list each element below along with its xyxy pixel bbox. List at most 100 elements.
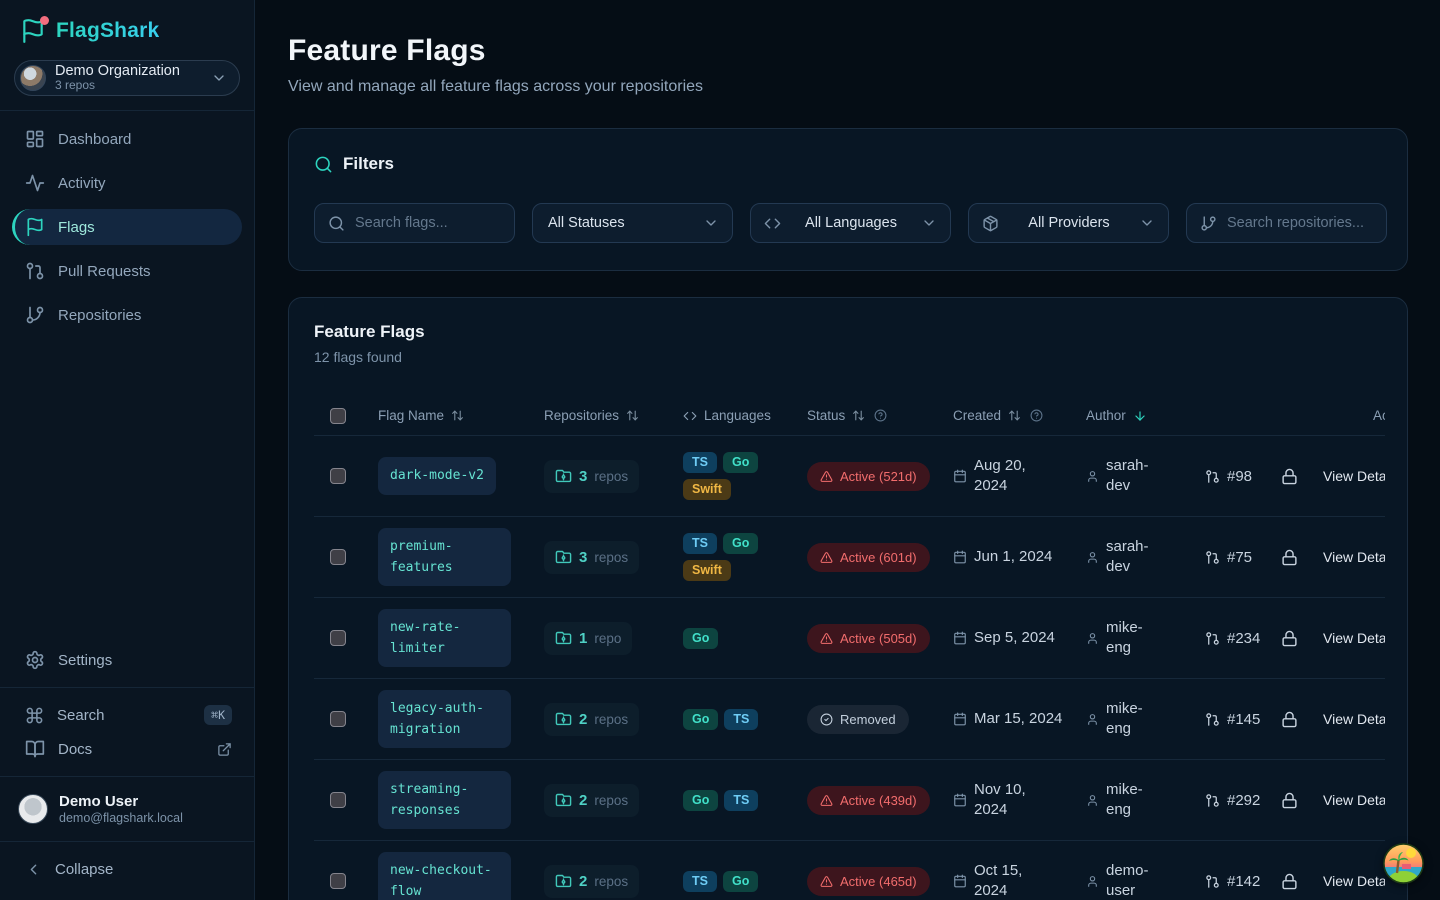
repo-unit: repos: [594, 469, 628, 484]
calendar-icon: [953, 550, 967, 564]
collapse-sidebar-button[interactable]: Collapse: [12, 852, 242, 886]
row-checkbox[interactable]: [330, 873, 346, 889]
repo-count: 3: [579, 468, 587, 485]
user-icon: [1086, 713, 1099, 726]
column-header-repositories[interactable]: Repositories: [528, 408, 667, 423]
repo-unit: repo: [594, 631, 621, 646]
chevron-left-icon: [25, 861, 42, 878]
view-details-link[interactable]: View Details: [1323, 792, 1385, 808]
pull-request-link[interactable]: #145: [1205, 711, 1260, 728]
row-checkbox[interactable]: [330, 711, 346, 727]
sidebar: FlagShark Demo Organization 3 repos Dash…: [0, 0, 255, 900]
sidebar-item-settings[interactable]: Settings: [12, 643, 242, 677]
author-name: demo-user: [1106, 861, 1158, 900]
git-pull-request-icon: [1205, 469, 1220, 484]
divider: [0, 776, 254, 777]
view-details-link[interactable]: View Details: [1323, 873, 1385, 889]
author-name: sarah-dev: [1106, 537, 1158, 578]
table-title: Feature Flags: [314, 322, 1383, 342]
sidebar-item-activity[interactable]: Activity: [12, 165, 242, 201]
select-all-checkbox[interactable]: [330, 408, 346, 424]
help-icon[interactable]: [1030, 409, 1043, 422]
divider: [0, 687, 254, 688]
folder-git-icon: [555, 711, 572, 728]
keyboard-shortcut-badge: ⌘K: [204, 705, 232, 725]
alert-triangle-icon: [820, 551, 833, 564]
sidebar-item-dashboard[interactable]: Dashboard: [12, 121, 242, 157]
git-pull-request-icon: [25, 261, 45, 281]
provider-filter-select[interactable]: All Providers: [968, 203, 1169, 243]
language-badges: TSGo: [683, 871, 758, 892]
search-flags-input[interactable]: [355, 215, 501, 231]
language-badges: TSGoSwift: [683, 452, 789, 500]
row-checkbox[interactable]: [330, 792, 346, 808]
docs-link[interactable]: Docs: [12, 732, 242, 766]
repo-count: 2: [579, 873, 587, 890]
repo-unit: repos: [594, 874, 628, 889]
sidebar-item-flags[interactable]: Flags: [12, 209, 242, 245]
tropical-island-badge[interactable]: [1383, 843, 1424, 884]
code-icon: [683, 409, 697, 423]
divider: [0, 841, 254, 842]
column-header-author[interactable]: Author: [1070, 408, 1340, 423]
row-checkbox[interactable]: [330, 549, 346, 565]
gear-icon: [25, 650, 45, 670]
view-details-link[interactable]: View Details: [1323, 468, 1385, 484]
alert-triangle-icon: [820, 632, 833, 645]
flag-name-pill[interactable]: dark-mode-v2: [378, 457, 496, 494]
column-header-status[interactable]: Status: [791, 408, 937, 423]
user-menu[interactable]: Demo User demo@flagshark.local: [12, 787, 242, 831]
language-badge-go: Go: [683, 790, 718, 811]
flag-name-pill[interactable]: streaming-responses: [378, 771, 511, 830]
column-header-actions: Actions: [1340, 408, 1385, 423]
filters-panel: Filters All Statuses All Languages All P…: [288, 128, 1408, 271]
git-pull-request-icon: [1205, 550, 1220, 565]
status-badge: Active (505d): [807, 624, 930, 653]
search-icon: [314, 155, 333, 174]
flag-name-pill[interactable]: legacy-auth-migration: [378, 690, 511, 749]
author-name: mike-eng: [1106, 780, 1158, 821]
user-icon: [1086, 794, 1099, 807]
lock-icon: [1281, 792, 1298, 809]
pull-request-link[interactable]: #234: [1205, 630, 1260, 647]
main-content: Feature Flags View and manage all featur…: [255, 0, 1440, 900]
activity-icon: [25, 173, 45, 193]
help-icon[interactable]: [874, 409, 887, 422]
pull-request-link[interactable]: #142: [1205, 873, 1260, 890]
flag-name-pill[interactable]: new-checkout-flow: [378, 852, 511, 900]
user-email: demo@flagshark.local: [59, 811, 183, 825]
column-header-flag-name[interactable]: Flag Name: [362, 408, 528, 423]
repositories-chip: 3 repos: [544, 541, 639, 574]
pull-request-link[interactable]: #98: [1205, 468, 1252, 485]
view-details-link[interactable]: View Details: [1323, 630, 1385, 646]
column-header-created[interactable]: Created: [937, 408, 1070, 423]
row-checkbox[interactable]: [330, 630, 346, 646]
calendar-icon: [953, 793, 967, 807]
pull-request-link[interactable]: #75: [1205, 549, 1252, 566]
row-checkbox[interactable]: [330, 468, 346, 484]
language-badges: GoTS: [683, 709, 758, 730]
language-filter-select[interactable]: All Languages: [750, 203, 951, 243]
flags-count: 12 flags found: [314, 349, 1383, 365]
repo-unit: repos: [594, 712, 628, 727]
language-badge-ts: TS: [683, 533, 717, 554]
repositories-chip: 3 repos: [544, 460, 639, 493]
flag-name-pill[interactable]: premium-features: [378, 528, 511, 587]
sidebar-item-pull-requests[interactable]: Pull Requests: [12, 253, 242, 289]
settings-label: Settings: [58, 652, 112, 669]
search-button[interactable]: Search ⌘K: [12, 698, 242, 732]
sort-descending-icon: [1133, 409, 1147, 423]
org-selector[interactable]: Demo Organization 3 repos: [14, 60, 240, 96]
search-repositories-input[interactable]: [1227, 215, 1373, 231]
pull-request-link[interactable]: #292: [1205, 792, 1260, 809]
view-details-link[interactable]: View Details: [1323, 711, 1385, 727]
package-icon: [982, 215, 999, 232]
status-filter-select[interactable]: All Statuses: [532, 203, 733, 243]
flag-name-pill[interactable]: new-rate-limiter: [378, 609, 511, 668]
user-icon: [1086, 551, 1099, 564]
sidebar-item-repositories[interactable]: Repositories: [12, 297, 242, 333]
sidebar-nav: Dashboard Activity Flags Pull Requests R…: [12, 121, 242, 333]
view-details-link[interactable]: View Details: [1323, 549, 1385, 565]
alert-triangle-icon: [820, 794, 833, 807]
author-name: mike-eng: [1106, 699, 1158, 740]
